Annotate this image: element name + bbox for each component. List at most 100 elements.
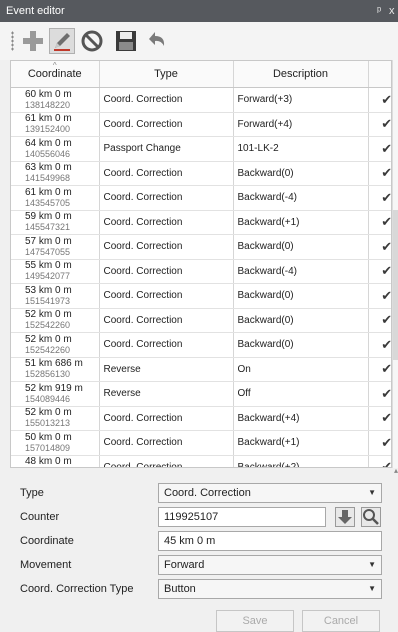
save-button[interactable]: Save [216,610,294,632]
checkmark-icon: ✔ [368,332,391,358]
save-button-toolbar[interactable] [113,28,139,54]
cell-type: Coord. Correction [99,87,234,113]
counter-pick-button[interactable] [335,507,355,527]
scrollbar-thumb[interactable] [393,210,398,360]
coordinate-km: 52 km 919 m [25,382,83,394]
coord-correction-type-label: Coord. Correction Type [20,583,134,595]
undo-icon [149,32,165,46]
checkmark-icon: ✔ [368,161,391,186]
table-row[interactable]: 52 km 0 m 155013213 Coord. Correction Backw… [11,406,391,431]
coordinate-counter: 155013213 [25,418,71,429]
column-header-type[interactable]: Type [99,61,234,88]
coordinate-km: 53 km 0 m [25,284,72,296]
resize-handle-icon[interactable]: ▴ [394,466,398,475]
cell-type: Coord. Correction [99,210,234,235]
coordinate-counter: 152542260 [25,320,71,331]
checkmark-icon: ✔ [368,406,391,431]
coordinate-counter: 149542077 [25,271,71,282]
coordinate-km: 48 km 0 m [25,456,72,468]
table-row[interactable]: 59 km 0 m 145547321 Coord. Correction Backw… [11,210,391,235]
coordinate-counter: 139152400 [25,124,71,135]
cell-coordinate: 52 km 919 m 154089446 [11,381,100,407]
coordinate-km: 59 km 0 m [25,211,72,223]
movement-select-value: Forward [164,559,205,571]
coordinate-label: Coordinate [20,535,74,547]
column-header-status[interactable] [368,61,391,88]
grid-scrollbar[interactable] [392,60,398,468]
coordinate-counter: 154089446 [25,393,71,404]
column-header-coordinate[interactable]: ^ Coordinate [11,61,100,88]
cancel-button-form[interactable]: Cancel [302,610,380,632]
events-table: ^ Coordinate Type Description 60 km 0 m1… [11,61,391,468]
cancel-button[interactable] [79,28,105,54]
counter-input[interactable]: 119925107 [158,507,326,527]
cell-description: Backward(-4) [233,185,369,211]
cell-coordinate: 50 km 0 m 157014809 [11,430,100,456]
counter-search-button[interactable] [361,507,381,527]
undo-button[interactable] [143,28,169,54]
cell-description: On [233,357,369,382]
coordinate-input[interactable]: 45 km 0 m [158,531,382,551]
table-row[interactable]: 53 km 0 m 151541973 Coord. Correction Backw… [11,283,391,309]
checkmark-icon: ✔ [368,210,391,235]
column-header-description[interactable]: Description [233,61,369,88]
cell-type: Coord. Correction [99,332,234,358]
pin-icon[interactable]: ᵖ [377,0,381,22]
cell-coordinate: 52 km 0 m 152542260 [11,308,100,333]
cell-coordinate: 55 km 0 m 149542077 [11,259,100,284]
cell-type: Coord. Correction [99,185,234,211]
table-row[interactable]: 48 km 0 m159016944Coord. CorrectionBackw… [11,455,391,468]
table-row[interactable]: 52 km 0 m 152542260 Coord. Correction Backw… [11,308,391,333]
checkmark-icon: ✔ [368,357,391,382]
download-arrow-icon [338,510,352,524]
cell-coordinate: 52 km 0 m 152542260 [11,332,100,358]
table-row[interactable]: 51 km 686 m 152856130 Reverse On ✔ [11,357,391,382]
coordinate-km: 57 km 0 m [25,235,72,247]
add-button[interactable] [20,28,46,54]
coordinate-counter: 138148220 [25,99,71,110]
cell-coordinate: 57 km 0 m 147547055 [11,234,100,260]
toolbar [0,22,398,60]
table-row[interactable]: 50 km 0 m 157014809 Coord. Correction Backw… [11,430,391,456]
cell-description: Backward(0) [233,161,369,186]
add-icon [23,31,43,51]
coordinate-km: 52 km 0 m [25,333,72,345]
table-row[interactable]: 60 km 0 m 138148220 Coord. Correction Forwa… [11,87,391,113]
edit-button[interactable] [49,28,75,54]
table-row[interactable]: 61 km 0 m 143545705 Coord. Correction Backw… [11,185,391,211]
coord-correction-type-select[interactable]: Button ▼ [158,579,382,599]
cell-coordinate: 63 km 0 m 141549968 [11,161,100,186]
table-row[interactable]: 52 km 0 m 152542260 Coord. Correction Backw… [11,332,391,358]
toolbar-grip [11,31,14,51]
checkmark-icon: ✔ [368,455,391,467]
cell-description: Off [233,381,369,407]
table-row[interactable]: 52 km 919 m 154089446 Reverse Off ✔ [11,381,391,407]
checkmark-icon: ✔ [368,136,391,162]
type-label: Type [20,487,44,499]
cell-coordinate: 48 km 0 m159016944 [11,455,100,468]
table-row[interactable]: 63 km 0 m 141549968 Coord. Correction Backw… [11,161,391,186]
coordinate-km: 61 km 0 m [25,113,72,125]
cell-description: Forward(+4) [233,112,369,137]
cell-coordinate: 51 km 686 m 152856130 [11,357,100,382]
table-row[interactable]: 64 km 0 m 140556046 Passport Change 101-LK-… [11,136,391,162]
cell-description: Backward(+2) [233,455,369,467]
coordinate-km: 52 km 0 m [25,309,72,321]
cell-type: Coord. Correction [99,161,234,186]
table-row[interactable]: 55 km 0 m 149542077 Coord. Correction Backw… [11,259,391,284]
cell-coordinate: 64 km 0 m 140556046 [11,136,100,162]
counter-label: Counter [20,511,60,523]
coordinate-counter: 151541973 [25,295,71,306]
table-header-row: ^ Coordinate Type Description [11,61,391,88]
chevron-down-icon: ▼ [368,560,376,569]
cell-type: Coord. Correction [99,430,234,456]
movement-select[interactable]: Forward ▼ [158,555,382,575]
checkmark-icon: ✔ [368,430,391,456]
type-select[interactable]: Coord. Correction ▼ [158,483,382,503]
table-row[interactable]: 61 km 0 m 139152400 Coord. Correction Forwa… [11,112,391,137]
table-row[interactable]: 57 km 0 m 147547055 Coord. Correction Backw… [11,234,391,260]
coordinate-km: 55 km 0 m [25,260,72,272]
window-title: Event editor [6,5,65,17]
chevron-down-icon: ▼ [368,488,376,497]
close-icon[interactable]: x [389,0,395,22]
